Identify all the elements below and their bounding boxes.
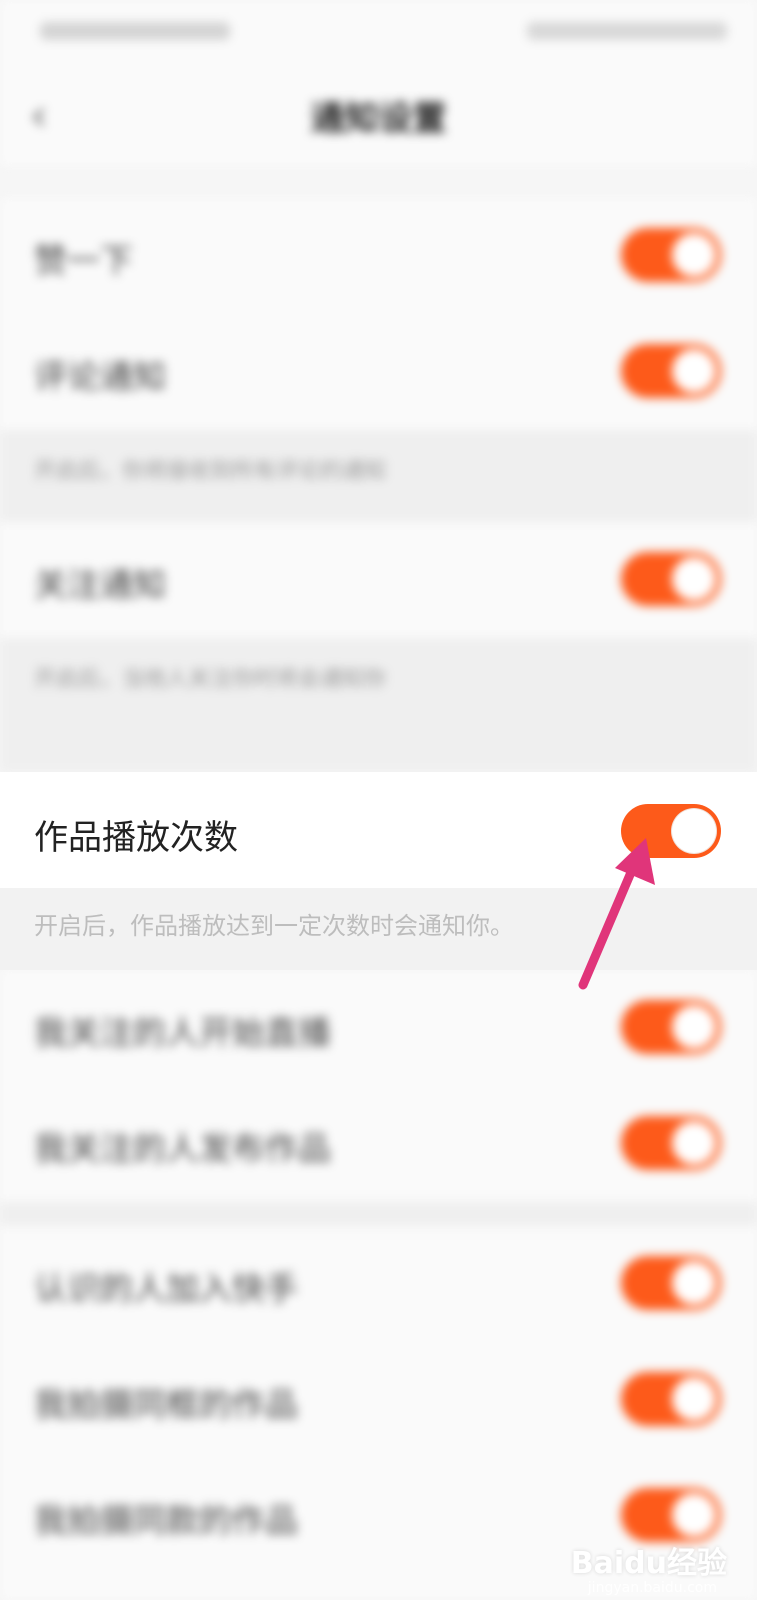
status-bar [0, 0, 757, 66]
toggle-switch[interactable] [621, 344, 721, 398]
note-text: 开启后，当他人关注你时将会通知你 [34, 667, 387, 692]
toggle-switch[interactable] [621, 1116, 721, 1170]
toggle-knob [672, 349, 716, 393]
toggle-knob [672, 809, 716, 853]
setting-label: 作品播放次数 [34, 818, 238, 858]
setting-note: 开启后，你将接收到所有评论的通知 [0, 430, 757, 522]
toggle-switch[interactable] [621, 1000, 721, 1054]
settings-screen: ‹ 通知设置 赞一下 评论通知 开启后，你将接收到所有评论的通知 关注通知 开启… [0, 0, 757, 1600]
note-text: 开启后，你将接收到所有评论的通知 [34, 459, 387, 484]
setting-row-live[interactable]: 我关注的人开始直播 [0, 970, 757, 1086]
setting-row-play-count[interactable]: 作品播放次数 [0, 772, 757, 888]
status-right [527, 22, 727, 40]
setting-label: 评论通知 [34, 357, 166, 396]
toggle-switch[interactable] [621, 228, 721, 282]
setting-label: 我关注的人发布作品 [34, 1129, 331, 1168]
setting-note-play-count: 开启后，作品播放达到一定次数时会通知你。 [0, 888, 757, 970]
toggle-switch[interactable] [621, 1488, 721, 1542]
watermark-sub: jingyan.baidu.com [587, 1580, 717, 1596]
toggle-knob [672, 1261, 716, 1305]
setting-row-contacts[interactable]: 认识的人加入快手 [0, 1226, 757, 1342]
play-count-toggle[interactable] [621, 804, 721, 858]
setting-row-follow[interactable]: 关注通知 [0, 522, 757, 638]
toggle-knob [672, 1121, 716, 1165]
header: ‹ 通知设置 [0, 66, 757, 166]
setting-label: 关注通知 [34, 565, 166, 604]
toggle-knob [672, 233, 716, 277]
toggle-knob [672, 1005, 716, 1049]
toggle-knob [672, 1377, 716, 1421]
setting-row-duet[interactable]: 我拍摄同框的作品 [0, 1342, 757, 1458]
setting-label: 我拍摄同框的作品 [34, 1385, 298, 1424]
setting-row-like[interactable]: 赞一下 [0, 198, 757, 314]
toggle-knob [672, 1493, 716, 1537]
setting-row-comment[interactable]: 评论通知 [0, 314, 757, 430]
status-left [40, 22, 230, 40]
note-text: 开启后，作品播放达到一定次数时会通知你。 [34, 912, 514, 940]
toggle-knob [672, 557, 716, 601]
setting-label: 认识的人加入快手 [34, 1269, 298, 1308]
setting-label: 我关注的人开始直播 [34, 1013, 331, 1052]
setting-label: 我拍摄同款的作品 [34, 1501, 298, 1540]
page-title: 通知设置 [310, 99, 447, 139]
watermark-logo: Baidu经验 [570, 1546, 727, 1581]
setting-label: 赞一下 [34, 241, 133, 280]
setting-divider [0, 1202, 757, 1226]
toggle-switch[interactable] [621, 1372, 721, 1426]
toggle-switch[interactable] [621, 1256, 721, 1310]
setting-row-publish[interactable]: 我关注的人发布作品 [0, 1086, 757, 1202]
toggle-switch[interactable] [621, 552, 721, 606]
setting-note: 开启后，当他人关注你时将会通知你 [0, 638, 757, 772]
